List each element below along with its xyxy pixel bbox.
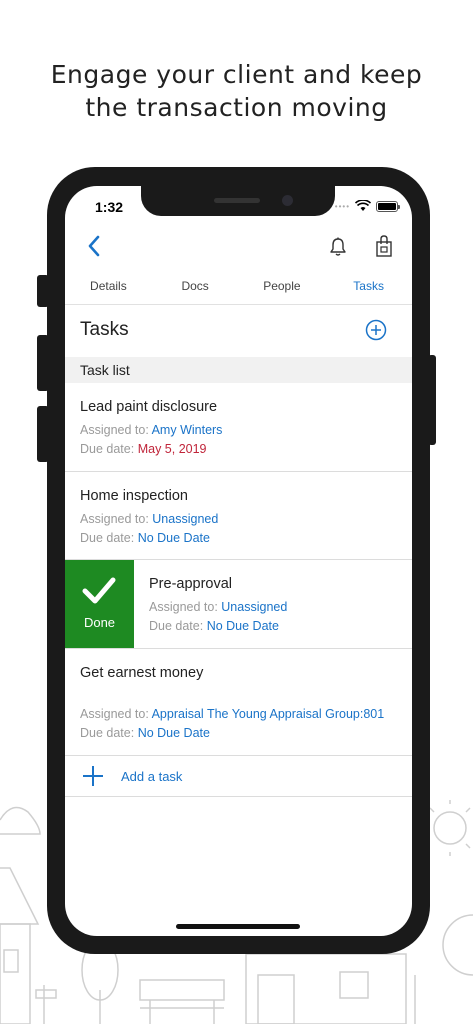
- assigned-value[interactable]: Unassigned: [221, 600, 287, 614]
- task-title: Pre-approval: [149, 576, 233, 592]
- task-assigned: Assigned to: Unassigned: [80, 510, 218, 529]
- camera: [282, 195, 293, 206]
- due-value[interactable]: No Due Date: [138, 726, 210, 740]
- assigned-value[interactable]: Amy Winters: [152, 423, 223, 437]
- due-label: Due date:: [80, 726, 135, 740]
- wifi-icon: [355, 200, 371, 211]
- plus-circle-icon[interactable]: [365, 319, 387, 341]
- assigned-label: Assigned to:: [80, 707, 149, 721]
- phone-volume-up: [37, 335, 49, 391]
- headline-line-1: Engage your client and keep: [50, 60, 423, 89]
- status-time: 1:32: [95, 199, 124, 215]
- add-task-label: Add a task: [121, 769, 183, 784]
- task-due: Due date: No Due Date: [80, 724, 384, 743]
- task-title: Lead paint disclosure: [80, 399, 218, 415]
- battery-icon: [376, 200, 400, 212]
- bell-icon[interactable]: [329, 237, 347, 257]
- task-due: Due date: May 5, 2019: [80, 440, 222, 459]
- phone-screen: 1:32 •••• Details Docs People Tasks Task…: [65, 186, 412, 936]
- assigned-label: Assigned to:: [149, 600, 218, 614]
- task-assigned: Assigned to: Appraisal The Young Apprais…: [80, 705, 384, 724]
- sun-icon: [433, 811, 467, 845]
- task-title: Home inspection: [80, 488, 188, 504]
- assigned-value[interactable]: Appraisal The Young Appraisal Group:801: [152, 707, 385, 721]
- task-title: Get earnest money: [80, 665, 204, 681]
- due-value[interactable]: No Due Date: [207, 619, 279, 633]
- done-label: Done: [83, 615, 116, 630]
- tab-bar: Details Docs People Tasks: [65, 276, 412, 305]
- task-assigned: Assigned to: Unassigned: [149, 598, 287, 617]
- task-item-home-inspection[interactable]: Home inspection Assigned to: Unassigned …: [65, 472, 412, 560]
- phone-volume-down: [37, 406, 49, 462]
- chevron-left-icon[interactable]: [85, 234, 105, 258]
- due-label: Due date:: [149, 619, 204, 633]
- task-due: Due date: No Due Date: [149, 617, 287, 636]
- page-title: Tasks: [80, 319, 129, 340]
- due-label: Due date:: [80, 442, 135, 456]
- done-swipe-button[interactable]: Done: [65, 560, 134, 648]
- tab-people[interactable]: People: [239, 276, 326, 304]
- tab-tasks[interactable]: Tasks: [325, 276, 412, 304]
- headline-line-2: the transaction moving: [85, 93, 388, 122]
- shopping-bag-icon[interactable]: [375, 235, 393, 257]
- task-item-pre-approval[interactable]: Done Pre-approval Assigned to: Unassigne…: [65, 560, 412, 649]
- phone-notch: [141, 186, 335, 216]
- due-label: Due date:: [80, 531, 135, 545]
- tab-details[interactable]: Details: [65, 276, 152, 304]
- task-due: Due date: No Due Date: [80, 529, 218, 548]
- due-value: May 5, 2019: [137, 442, 207, 456]
- assigned-label: Assigned to:: [80, 423, 149, 437]
- task-item-get-earnest-money[interactable]: Get earnest money Assigned to: Appraisal…: [65, 649, 412, 756]
- cloud-icon: [0, 806, 41, 835]
- due-value[interactable]: No Due Date: [138, 531, 210, 545]
- task-item-lead-paint-disclosure[interactable]: Lead paint disclosure Assigned to: Amy W…: [65, 383, 412, 472]
- tab-docs[interactable]: Docs: [152, 276, 239, 304]
- task-assigned: Assigned to: Amy Winters: [80, 421, 222, 440]
- signal-dots: ••••: [334, 201, 350, 211]
- status-icons: ••••: [334, 200, 400, 212]
- plus-icon: [83, 766, 103, 786]
- home-indicator[interactable]: [176, 924, 300, 929]
- phone-mute-switch: [37, 275, 49, 307]
- assigned-label: Assigned to:: [80, 512, 149, 526]
- add-task-button[interactable]: Add a task: [65, 756, 412, 797]
- assigned-value[interactable]: Unassigned: [152, 512, 218, 526]
- speaker: [214, 198, 260, 203]
- task-list-header: Task list: [65, 357, 412, 383]
- phone-power-button: [428, 355, 436, 445]
- checkmark-icon: [82, 577, 116, 604]
- headline: Engage your client and keep the transact…: [0, 58, 473, 124]
